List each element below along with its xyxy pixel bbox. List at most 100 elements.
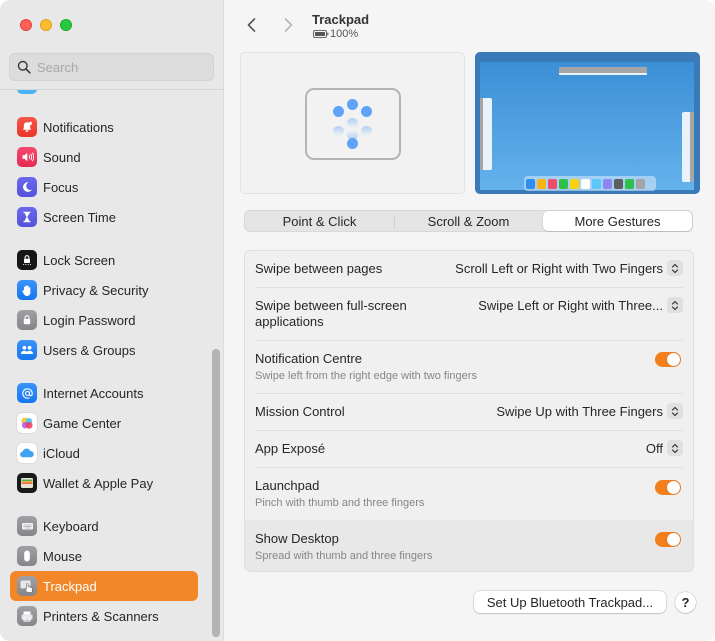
popup-value: Scroll Left or Right with Two Fingers — [455, 260, 663, 276]
hourglass-icon — [17, 207, 37, 227]
sidebar-item-lock-screen[interactable]: Lock Screen — [10, 245, 198, 275]
show-desktop-toggle[interactable] — [655, 532, 681, 547]
sidebar-item-label: Printers & Scanners — [43, 608, 159, 624]
sidebar-item-mouse[interactable]: Mouse — [10, 541, 198, 571]
search-field[interactable] — [9, 53, 214, 81]
sidebar-item-wallet-apple-pay[interactable]: Wallet & Apple Pay — [10, 468, 198, 498]
tab-point-click[interactable]: Point & Click — [245, 211, 394, 231]
speaker-icon — [17, 147, 37, 167]
main-pane: Trackpad 100% Point & Click Scroll & Zoo… — [225, 0, 715, 641]
swipe-fullscreen-popup[interactable]: Swipe Left or Right with Three... — [478, 297, 683, 313]
mission-control-popup[interactable]: Swipe Up with Three Fingers — [496, 403, 683, 419]
mouse-icon — [17, 546, 37, 566]
sidebar-item-focus[interactable]: Focus — [10, 172, 198, 202]
sidebar-item-label: Focus — [43, 179, 79, 195]
setting-label: Mission Control — [255, 404, 345, 419]
sidebar-item-printers-scanners[interactable]: Printers & Scanners — [10, 601, 198, 631]
setting-row-swipe-fullscreen-apps: Swipe between full-screen applications S… — [245, 288, 693, 341]
keyboard-icon — [17, 516, 37, 536]
gesture-trail — [361, 126, 372, 136]
setting-sublabel: Swipe left from the right edge with two … — [255, 370, 477, 382]
moon-icon — [17, 177, 37, 197]
setting-label: Swipe between pages — [255, 261, 383, 276]
maximize-button[interactable] — [60, 19, 72, 31]
sidebar-item-label: iCloud — [43, 445, 80, 461]
dock-app-icon — [581, 178, 590, 189]
window-thumbnail-right — [682, 112, 694, 182]
page-title: Trackpad — [312, 12, 370, 27]
sidebar-item-privacy-security[interactable]: Privacy & Security — [10, 275, 198, 305]
setting-row-show-desktop: Show Desktop Spread with thumb and three… — [245, 520, 693, 571]
chevron-updown-icon — [667, 297, 683, 313]
setting-sublabel: Pinch with thumb and three fingers — [255, 497, 425, 509]
launchpad-toggle[interactable] — [655, 480, 681, 495]
battery-status: 100% — [313, 28, 358, 40]
sidebar-item-login-password[interactable]: Login Password — [10, 305, 198, 335]
sidebar-item-keyboard[interactable]: Keyboard — [10, 511, 198, 541]
sidebar-item-label: Sound — [43, 149, 81, 165]
wallet-icon — [17, 473, 37, 493]
app-expose-popup[interactable]: Off — [646, 440, 683, 456]
game-center-icon — [17, 413, 37, 433]
popup-value: Off — [645, 440, 663, 456]
sidebar-item-label: Lock Screen — [43, 252, 116, 268]
battery-icon — [313, 30, 329, 38]
finger-dot — [361, 106, 372, 117]
cloud-icon — [17, 443, 37, 463]
dock-app-icon — [548, 178, 557, 189]
sidebar-item-label: Users & Groups — [43, 342, 136, 358]
minimize-button[interactable] — [40, 19, 52, 31]
search-icon — [17, 60, 31, 74]
desktop-screen — [480, 62, 694, 190]
notification-centre-toggle[interactable] — [655, 352, 681, 367]
sidebar-item-screen-time[interactable]: Screen Time — [10, 202, 198, 232]
sidebar-item-label: Game Center — [43, 415, 122, 431]
sidebar-item-notifications[interactable]: Notifications — [10, 112, 198, 142]
setting-label: Show Desktop — [255, 531, 339, 546]
help-button[interactable]: ? — [675, 592, 696, 613]
forward-button[interactable] — [279, 15, 297, 35]
sidebar-item-icloud[interactable]: iCloud — [10, 438, 198, 468]
dock — [524, 176, 656, 191]
sidebar-item-users-groups[interactable]: Users & Groups — [10, 335, 198, 365]
tab-bar: Point & Click Scroll & Zoom More Gesture… — [244, 210, 693, 232]
dock-app-icon — [625, 178, 634, 189]
settings-window: Notifications Sound Focus Screen Time — [0, 0, 715, 641]
window-thumbnail-top — [559, 67, 647, 75]
users-icon — [17, 340, 37, 360]
popup-value: Swipe Up with Three Fingers — [496, 403, 663, 419]
sidebar-item-game-center[interactable]: Game Center — [10, 408, 198, 438]
close-button[interactable] — [20, 19, 32, 31]
sidebar-item-sound[interactable]: Sound — [10, 142, 198, 172]
sidebar-item-trackpad[interactable]: Trackpad — [10, 571, 198, 601]
sidebar-item-label: Screen Time — [43, 209, 116, 225]
trackpad-icon — [17, 576, 37, 596]
sidebar-scrollbar[interactable] — [212, 349, 220, 637]
sidebar-item-label: Mouse — [43, 548, 83, 564]
tab-scroll-zoom[interactable]: Scroll & Zoom — [394, 211, 543, 231]
gesture-trail — [347, 118, 358, 128]
setup-bluetooth-trackpad-button[interactable]: Set Up Bluetooth Trackpad... — [474, 591, 666, 613]
setting-label: App Exposé — [255, 441, 326, 456]
dock-app-icon — [526, 178, 535, 189]
sidebar-item-internet-accounts[interactable]: Internet Accounts — [10, 378, 198, 408]
window-controls — [20, 19, 72, 31]
chevron-updown-icon — [667, 440, 683, 456]
setting-label: Notification Centre — [255, 351, 362, 366]
search-input[interactable] — [37, 59, 207, 75]
sidebar-item-label: Privacy & Security — [43, 282, 149, 298]
lock-screen-icon — [17, 250, 37, 270]
sidebar-list: Notifications Sound Focus Screen Time Lo… — [0, 90, 224, 641]
trackpad-illustration — [305, 88, 401, 160]
sidebar-item-label: Internet Accounts — [43, 385, 144, 401]
sidebar-item-label: Keyboard — [43, 518, 99, 534]
dock-app-icon — [570, 178, 579, 189]
setting-sublabel: Spread with thumb and three fingers — [255, 550, 433, 562]
swipe-pages-popup[interactable]: Scroll Left or Right with Two Fingers — [455, 260, 683, 276]
tab-more-gestures[interactable]: More Gestures — [543, 211, 692, 231]
dock-app-icon — [592, 178, 601, 189]
window-thumbnail-left — [480, 98, 492, 170]
chevron-updown-icon — [667, 403, 683, 419]
back-button[interactable] — [243, 15, 261, 35]
popup-value: Swipe Left or Right with Three... — [478, 297, 663, 313]
